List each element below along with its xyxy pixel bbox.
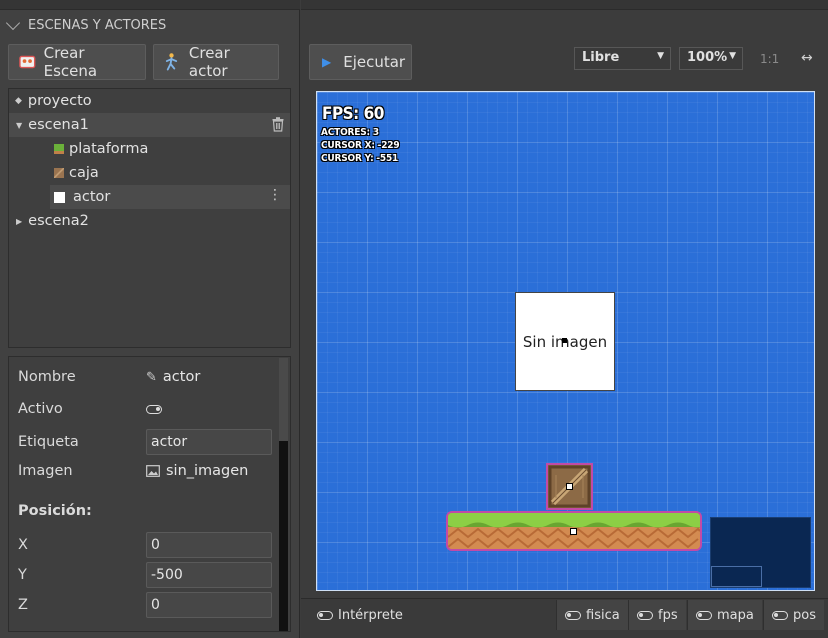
scrollbar-thumb[interactable] <box>279 441 288 631</box>
scene-icon <box>19 55 36 69</box>
interpreter-toggle[interactable]: Intérprete <box>309 600 411 630</box>
tree-item-label: proyecto <box>27 93 92 109</box>
toggle-icon <box>565 610 581 620</box>
editor-window: ESCENAS Y ACTORES Crear Escena Crear act… <box>0 0 828 638</box>
x-label: X <box>18 537 28 553</box>
ratio-button[interactable]: 1:1 <box>760 52 779 66</box>
tree-item-plataforma[interactable]: plataforma <box>9 137 290 161</box>
actor-sprite[interactable]: Sin imagen <box>515 292 615 391</box>
z-label: Z <box>18 597 28 613</box>
actor-pivot-handle[interactable] <box>562 338 567 343</box>
caret-down-icon: ▼ <box>729 51 736 61</box>
z-input[interactable]: 0 <box>146 592 272 618</box>
toggle-icon <box>696 610 712 620</box>
tag-label: Etiqueta <box>18 434 79 450</box>
create-actor-label: Crear actor <box>188 44 230 80</box>
active-toggle[interactable] <box>146 405 162 414</box>
mapa-toggle[interactable]: mapa <box>687 600 762 630</box>
run-label: Ejecutar <box>343 53 406 71</box>
pos-label: pos <box>793 607 816 623</box>
tree-item-label: actor <box>73 189 111 205</box>
toggle-icon <box>772 610 788 620</box>
image-value[interactable]: sin_imagen <box>146 463 248 479</box>
toggle-icon <box>637 610 653 620</box>
tree-item-label: escena2 <box>28 213 89 229</box>
platform-pivot-handle[interactable] <box>570 528 577 535</box>
image-text: sin_imagen <box>166 463 249 479</box>
caret-down-icon: ▼ <box>657 51 664 61</box>
actors-count: ACTORES: 3 <box>321 127 379 138</box>
scene-tree: ◆ proyecto ▼ escena1 plataforma caja act… <box>8 88 291 348</box>
run-button[interactable]: ▶ Ejecutar <box>309 44 412 80</box>
fps-label: fps <box>658 607 678 623</box>
tree-item-label: escena1 <box>28 117 89 133</box>
diamond-icon: ◆ <box>15 96 22 106</box>
fisica-toggle[interactable]: fisica <box>556 600 628 630</box>
panel-top-strip <box>0 0 300 10</box>
name-value[interactable]: ✎ actor <box>146 369 200 385</box>
tag-input[interactable]: actor <box>146 429 272 455</box>
fps-toggle[interactable]: fps <box>628 600 686 630</box>
toggle-off-icon <box>317 610 333 620</box>
play-icon: ▶ <box>322 55 332 69</box>
game-canvas[interactable]: FPS: 60 ACTORES: 3 CURSOR X: -229 CURSOR… <box>316 91 815 591</box>
more-options-icon[interactable]: ⋮ <box>268 187 282 203</box>
chevron-down-icon <box>5 15 21 30</box>
tree-item-caja[interactable]: caja <box>9 161 290 185</box>
name-label: Nombre <box>18 369 76 385</box>
y-label: Y <box>18 567 27 583</box>
zoom-select[interactable]: 100% ▼ <box>679 47 743 70</box>
tree-item-label: caja <box>69 165 99 181</box>
image-icon <box>146 465 160 477</box>
crate-sprite[interactable] <box>546 463 593 510</box>
create-scene-button[interactable]: Crear Escena <box>8 44 146 80</box>
y-input[interactable]: -500 <box>146 562 272 588</box>
camera-mode-value: Libre <box>582 50 620 65</box>
section-header[interactable]: ESCENAS Y ACTORES <box>5 15 167 33</box>
top-strip <box>301 0 828 10</box>
fisica-label: fisica <box>586 607 620 623</box>
zoom-value: 100% <box>687 50 728 65</box>
create-scene-label: Crear Escena <box>43 44 98 80</box>
active-label: Activo <box>18 401 63 417</box>
blank-thumb-icon <box>54 191 65 203</box>
crate-thumb-icon <box>54 168 64 178</box>
position-heading: Posición: <box>18 503 92 519</box>
fps-counter: FPS: 60 <box>322 104 384 124</box>
trash-icon[interactable] <box>272 117 284 132</box>
cursor-y-readout: CURSOR Y: -551 <box>321 153 399 164</box>
pos-toggle[interactable]: pos <box>763 600 824 630</box>
tree-item-project[interactable]: ◆ proyecto <box>9 89 290 113</box>
minimap[interactable] <box>710 517 811 588</box>
triangle-down-icon: ▼ <box>16 120 23 130</box>
scenes-panel: ESCENAS Y ACTORES Crear Escena Crear act… <box>0 0 300 638</box>
triangle-right-icon: ▶ <box>16 216 23 226</box>
crate-pivot-handle[interactable] <box>566 483 573 490</box>
tree-item-escena1[interactable]: ▼ escena1 <box>9 113 290 137</box>
expand-horizontal-icon[interactable]: ↔ <box>801 50 813 66</box>
tree-item-actor[interactable]: actor ⋮ <box>50 185 290 209</box>
tree-item-label: plataforma <box>69 141 149 157</box>
minimap-viewport[interactable] <box>711 566 762 587</box>
properties-panel: Nombre ✎ actor Activo Etiqueta actor Ima… <box>8 356 291 632</box>
actor-figure-icon <box>165 53 178 71</box>
platform-sprite[interactable] <box>446 511 702 551</box>
pencil-icon: ✎ <box>146 369 157 385</box>
camera-mode-select[interactable]: Libre ▼ <box>574 47 671 70</box>
tree-item-escena2[interactable]: ▶ escena2 <box>9 209 290 233</box>
create-actor-button[interactable]: Crear actor <box>153 44 279 80</box>
image-label: Imagen <box>18 463 73 479</box>
section-title: ESCENAS Y ACTORES <box>28 18 167 33</box>
platform-thumb-icon <box>54 144 64 154</box>
mapa-label: mapa <box>717 607 754 623</box>
interpreter-label: Intérprete <box>338 607 403 623</box>
name-text: actor <box>162 369 201 385</box>
cursor-x-readout: CURSOR X: -229 <box>321 140 400 151</box>
x-input[interactable]: 0 <box>146 532 272 558</box>
